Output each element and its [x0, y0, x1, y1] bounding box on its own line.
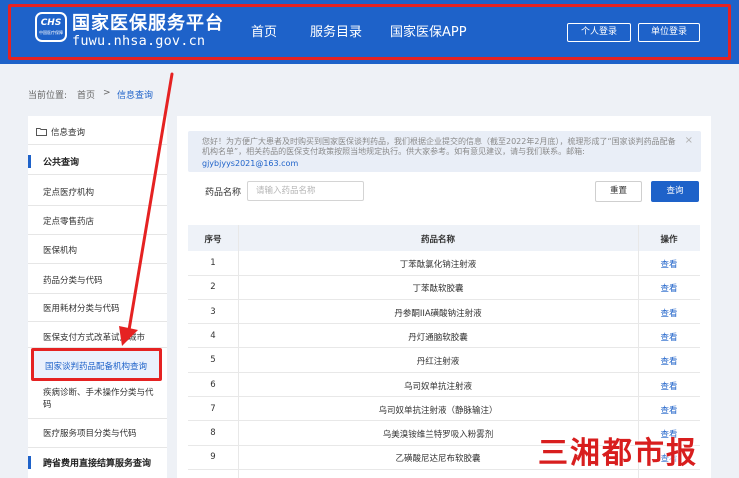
sidebar-divider	[28, 321, 167, 322]
row-drug-name: 丹红注射液	[416, 357, 460, 368]
sidebar-divider	[28, 174, 167, 175]
personal-login-button[interactable]: 个人登录	[567, 23, 631, 42]
row-index: 2	[210, 282, 216, 293]
sidebar-divider	[28, 263, 167, 264]
sidebar-item-pharmacies[interactable]: 定点零售药店	[28, 215, 167, 227]
table-row: 7 乌司奴单抗注射液（静脉输注） 查看	[188, 397, 700, 422]
page: CHS 中国医疗保障 国家医保服务平台 fuwu.nhsa.gov.cn 首页 …	[0, 0, 739, 478]
sidebar-item-drug-codes[interactable]: 药品分类与代码	[28, 274, 167, 286]
sidebar-item-service-codes[interactable]: 医疗服务项目分类与代码	[28, 427, 167, 439]
view-link[interactable]: 查看	[638, 404, 700, 416]
query-button[interactable]: 查询	[651, 181, 699, 202]
sidebar: 信息查询 公共查询 定点医疗机构 定点零售药店 医保机构 药品分类与代码 医用耗…	[28, 116, 167, 478]
row-index: 3	[210, 306, 216, 317]
notice-email-link[interactable]: gjybjyys2021@163.com	[202, 159, 298, 168]
sidebar-divider	[28, 234, 167, 235]
sidebar-item-negotiated-drug-label: 国家谈判药品配备机构查询	[45, 362, 148, 372]
folder-icon	[36, 128, 47, 136]
row-drug-name: 乌司奴单抗注射液	[403, 381, 472, 392]
sidebar-section-public[interactable]: 公共查询	[28, 155, 167, 168]
sidebar-item-payment-reform-cities[interactable]: 医保支付方式改革试点城市	[28, 331, 167, 343]
sidebar-item-consumable-codes[interactable]: 医用耗材分类与代码	[28, 302, 167, 314]
row-drug-name: 乌司奴单抗注射液（静脉输注）	[378, 405, 498, 416]
notice-banner: 您好！为方便广大患者及时购买到国家医保谈判药品，我们根据企业提交的信息（截至20…	[188, 131, 701, 172]
table-row: 1 丁苯酞氯化钠注射液 查看	[188, 251, 700, 276]
sidebar-root-label: 信息查询	[51, 128, 86, 138]
row-index: 1	[210, 258, 216, 268]
drug-name-input[interactable]	[247, 181, 364, 201]
row-index: 6	[210, 379, 216, 390]
logo-badge-text: CHS	[40, 18, 62, 28]
row-drug-name: 丁苯酞氯化钠注射液	[399, 260, 477, 270]
row-index: 7	[210, 403, 216, 414]
reset-button[interactable]: 重置	[595, 181, 642, 202]
breadcrumb-current: 信息查询	[117, 91, 154, 101]
sidebar-divider	[28, 144, 167, 145]
view-link[interactable]: 查看	[638, 380, 700, 392]
table-row: 4 丹灯通脑软胶囊 查看	[188, 324, 700, 349]
sidebar-item-diagnosis-codes[interactable]: 疾病诊断、手术操作分类与代码	[28, 387, 160, 411]
row-index: 5	[210, 355, 216, 366]
sidebar-divider	[28, 447, 167, 448]
org-login-button[interactable]: 单位登录	[638, 23, 700, 42]
view-link[interactable]: 查看	[638, 258, 700, 270]
breadcrumb-label: 当前位置:	[28, 91, 68, 101]
sidebar-divider	[28, 293, 167, 294]
column-header-index: 序号	[204, 235, 222, 245]
row-index: 4	[210, 330, 216, 341]
nav-app[interactable]: 国家医保APP	[390, 21, 467, 40]
view-link[interactable]: 查看	[638, 307, 700, 319]
logo-badge-subtext: 中国医疗保障	[39, 30, 63, 35]
row-index: 9	[210, 452, 216, 463]
table-row: 6 乌司奴单抗注射液 查看	[188, 373, 700, 397]
row-drug-name: 丁苯酞软胶囊	[412, 284, 464, 295]
drug-name-label: 药品名称	[205, 188, 242, 198]
close-icon[interactable]: ×	[685, 135, 693, 146]
table-header-row: 序号 药品名称 操作	[188, 225, 700, 251]
sidebar-root[interactable]: 信息查询	[28, 126, 167, 138]
table-row: 5 丹红注射液 查看	[188, 348, 700, 373]
sidebar-item-medical-institutions[interactable]: 定点医疗机构	[28, 186, 167, 198]
column-header-action: 操作	[660, 235, 678, 245]
view-link[interactable]: 查看	[638, 282, 700, 294]
column-divider	[238, 225, 239, 478]
nav-service-catalog[interactable]: 服务目录	[310, 21, 362, 40]
newspaper-watermark: 三湘都市报	[538, 436, 698, 471]
view-link[interactable]: 查看	[638, 331, 700, 343]
row-drug-name: 丹参酮IIA磺酸钠注射液	[394, 308, 482, 319]
sidebar-item-negotiated-drug-institutions[interactable]: 国家谈判药品配备机构查询	[31, 348, 162, 381]
site-name[interactable]: 国家医保服务平台	[72, 9, 224, 35]
sidebar-divider	[28, 418, 167, 419]
row-index: 8	[210, 428, 216, 439]
site-header: CHS 中国医疗保障 国家医保服务平台 fuwu.nhsa.gov.cn 首页 …	[0, 0, 739, 64]
notice-text: 您好！为方便广大患者及时购买到国家医保谈判药品，我们根据企业提交的信息（截至20…	[202, 137, 676, 156]
breadcrumb-home[interactable]: 首页	[77, 88, 95, 101]
table-row: 2 丁苯酞软胶囊 查看	[188, 275, 700, 300]
site-domain: fuwu.nhsa.gov.cn	[72, 33, 206, 49]
view-link[interactable]: 查看	[638, 355, 700, 367]
row-drug-name: 丹灯通脑软胶囊	[408, 332, 468, 343]
breadcrumb-separator: >	[103, 88, 111, 98]
chs-logo[interactable]: CHS 中国医疗保障	[35, 12, 67, 42]
table-row: 3 丹参酮IIA磺酸钠注射液 查看	[188, 300, 700, 325]
sidebar-section-cross-province[interactable]: 跨省费用直接结算服务查询	[28, 456, 167, 469]
nav-home[interactable]: 首页	[251, 21, 277, 40]
sidebar-divider	[28, 205, 167, 206]
column-header-drug-name: 药品名称	[420, 235, 455, 245]
sidebar-item-insurance-agencies[interactable]: 医保机构	[28, 244, 167, 256]
